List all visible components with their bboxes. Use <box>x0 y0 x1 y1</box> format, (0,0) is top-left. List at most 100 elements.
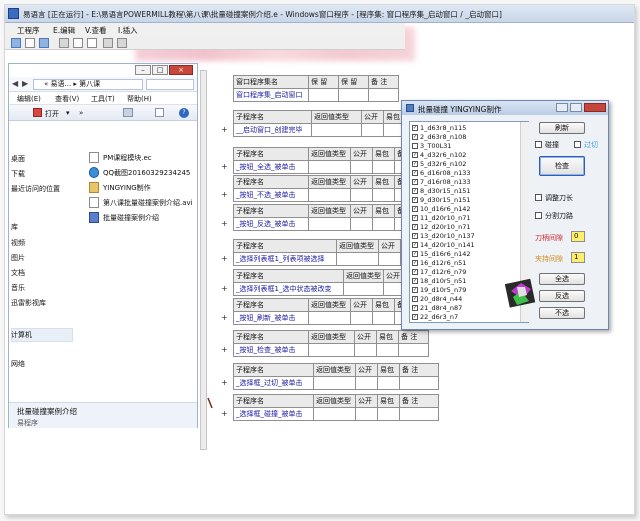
table-cell[interactable] <box>308 188 351 202</box>
table-cell[interactable] <box>377 376 400 390</box>
checkbox-checked-icon[interactable]: ✓ <box>412 224 418 230</box>
explorer-menu-help[interactable]: 帮助(H) <box>127 94 152 104</box>
paste-icon[interactable] <box>87 38 97 48</box>
check-button[interactable]: 检查 <box>539 156 585 176</box>
table-cell[interactable] <box>336 252 379 266</box>
maximize-button[interactable]: □ <box>152 65 168 75</box>
table-cell[interactable] <box>377 407 400 421</box>
table-cell[interactable] <box>372 217 395 231</box>
nav-item-recent[interactable]: 最近访问的位置 <box>11 184 60 194</box>
expand-marker[interactable]: + <box>221 219 228 228</box>
expand-marker[interactable]: + <box>221 254 228 263</box>
explorer-menu-view[interactable]: 查看(V) <box>55 94 79 104</box>
table-cell[interactable] <box>308 311 351 325</box>
checkbox-checked-icon[interactable]: ✓ <box>412 305 418 311</box>
more-button[interactable]: » <box>79 109 83 117</box>
nav-item-documents[interactable]: 文档 <box>11 268 25 278</box>
expand-marker[interactable]: + <box>221 190 228 199</box>
checkbox-checked-icon[interactable]: ✓ <box>412 260 418 266</box>
sub-name-cell[interactable]: _按钮_刷新_被单击 <box>233 311 309 325</box>
checkbox-checked-icon[interactable]: ✓ <box>412 170 418 176</box>
save-icon[interactable] <box>39 38 49 48</box>
table-cell[interactable] <box>368 88 399 102</box>
table-cell[interactable] <box>372 311 395 325</box>
checkbox-checked-icon[interactable]: ✓ <box>412 296 418 302</box>
menu-insert[interactable]: I.插入 <box>118 25 138 36</box>
checkbox-checked-icon[interactable]: ✓ <box>412 242 418 248</box>
table-cell[interactable] <box>343 282 384 296</box>
checkbox-checked-icon[interactable]: ✓ <box>412 197 418 203</box>
table-cell[interactable] <box>308 217 351 231</box>
menu-program[interactable]: 工程序 <box>17 25 40 36</box>
view-options-icon[interactable] <box>123 108 133 117</box>
sub-name-cell[interactable]: _按钮_全选_被单击 <box>233 160 309 174</box>
menu-view[interactable]: V.查看 <box>85 25 107 36</box>
checkbox-checked-icon[interactable]: ✓ <box>412 179 418 185</box>
adjust-length-checkbox[interactable]: 调整刀长 <box>535 193 605 202</box>
checkbox-checked-icon[interactable]: ✓ <box>412 161 418 167</box>
sub-name-cell[interactable]: __启动窗口_创建完毕 <box>233 123 312 137</box>
sub-name-cell[interactable]: _选择列表框1_选中状态被改变 <box>233 282 344 296</box>
sub-name-cell[interactable]: _选择列表框1_列表项被选择 <box>233 252 337 266</box>
back-arrow-icon[interactable]: ◀ <box>12 79 18 88</box>
table-cell[interactable] <box>313 407 356 421</box>
assembly-name-cell[interactable]: 窗口程序集_启动窗口 <box>233 88 309 102</box>
overcut-checkbox[interactable]: 过切 <box>574 140 604 149</box>
table-cell[interactable] <box>372 188 395 202</box>
table-cell[interactable] <box>372 160 395 174</box>
expand-marker[interactable]: + <box>221 378 228 387</box>
table-cell[interactable] <box>399 407 439 421</box>
table-cell[interactable] <box>378 252 401 266</box>
nav-item-videos[interactable]: 视频 <box>11 238 25 248</box>
blade-gap-input[interactable]: 0 <box>571 231 585 242</box>
checkbox-unchecked-icon[interactable] <box>535 194 542 201</box>
search-input[interactable] <box>146 79 194 90</box>
help-icon[interactable]: ? <box>179 108 189 118</box>
table-cell[interactable] <box>355 407 378 421</box>
table-cell[interactable] <box>376 343 399 357</box>
expand-marker[interactable]: + <box>221 284 228 293</box>
checkbox-unchecked-icon[interactable] <box>574 141 581 148</box>
breadcrumb[interactable]: « 易语... ▸ 第八课 <box>33 79 143 90</box>
select-none-button[interactable]: 不选 <box>539 307 585 319</box>
checkbox-unchecked-icon[interactable] <box>535 212 542 219</box>
table-cell[interactable] <box>308 88 339 102</box>
checkbox-checked-icon[interactable]: ✓ <box>412 287 418 293</box>
refresh-button[interactable]: 刷新 <box>539 122 585 134</box>
table-cell[interactable] <box>355 376 378 390</box>
nav-item-downloads[interactable]: 下载 <box>11 169 25 179</box>
table-cell[interactable] <box>338 88 369 102</box>
checkbox-checked-icon[interactable]: ✓ <box>412 125 418 131</box>
expand-marker[interactable]: + <box>221 125 228 134</box>
dialog-maximize-button[interactable] <box>570 103 582 112</box>
table-cell[interactable] <box>350 217 373 231</box>
nav-item-computer[interactable]: 计算机 <box>11 330 32 340</box>
nav-item-music[interactable]: 音乐 <box>11 283 25 293</box>
sub-name-cell[interactable]: _选择框_碰撞_被单击 <box>233 407 314 421</box>
sub-name-cell[interactable]: _按钮_不选_被单击 <box>233 188 309 202</box>
checkbox-checked-icon[interactable]: ✓ <box>412 233 418 239</box>
holder-gap-input[interactable]: 1 <box>571 252 585 263</box>
cut-icon[interactable] <box>59 38 69 48</box>
table-cell[interactable] <box>313 376 356 390</box>
checkbox-checked-icon[interactable]: ✓ <box>412 251 418 257</box>
table-cell[interactable] <box>399 376 439 390</box>
explorer-menu-tools[interactable]: 工具(T) <box>91 94 115 104</box>
table-cell[interactable] <box>308 343 355 357</box>
nav-item-xunlei[interactable]: 迅雷影视库 <box>11 298 46 308</box>
checkbox-checked-icon[interactable]: ✓ <box>412 206 418 212</box>
table-cell[interactable] <box>311 123 362 137</box>
table-cell[interactable] <box>398 343 429 357</box>
close-button[interactable]: × <box>169 65 193 75</box>
new-icon[interactable] <box>11 38 21 48</box>
checkbox-checked-icon[interactable]: ✓ <box>412 215 418 221</box>
checkbox-unchecked-icon[interactable] <box>535 141 542 148</box>
nav-item-network[interactable]: 网络 <box>11 359 25 369</box>
sub-name-cell[interactable]: _按钮_反选_被单击 <box>233 217 309 231</box>
table-cell[interactable] <box>361 123 384 137</box>
undo-icon[interactable] <box>103 38 113 48</box>
expand-marker[interactable]: + <box>221 313 228 322</box>
checkbox-unchecked-icon[interactable] <box>412 143 418 149</box>
table-cell[interactable] <box>350 188 373 202</box>
dialog-minimize-button[interactable] <box>556 103 568 112</box>
